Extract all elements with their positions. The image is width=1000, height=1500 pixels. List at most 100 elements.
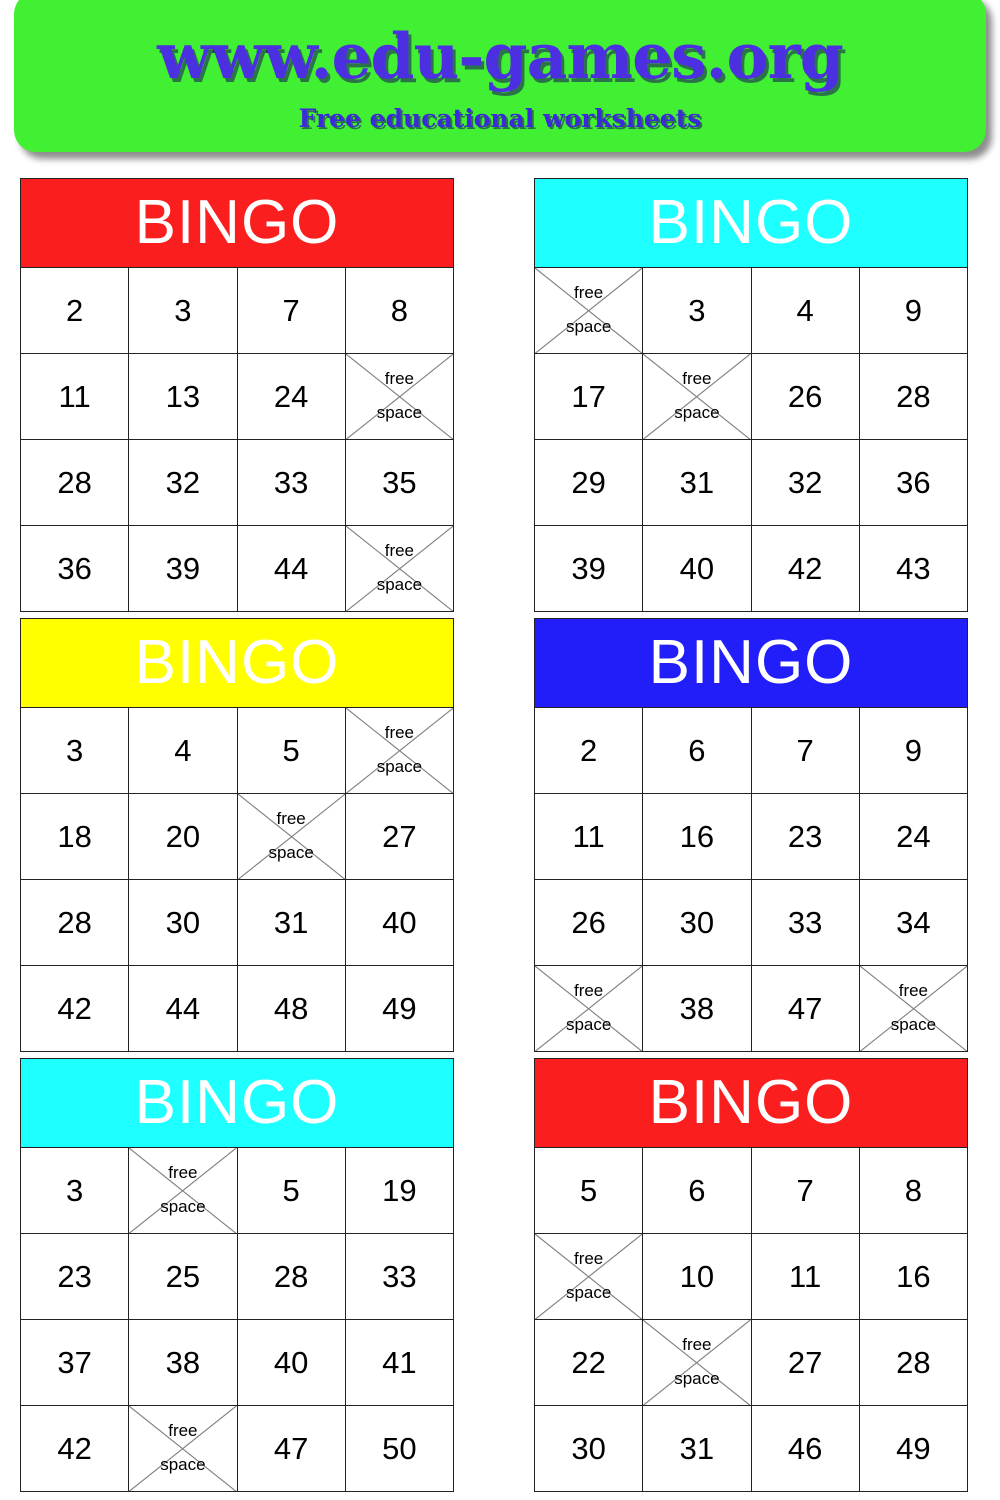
bingo-number-cell[interactable]: 3 (21, 1146, 130, 1234)
bingo-number-cell[interactable]: 47 (237, 1404, 346, 1492)
bingo-number-cell[interactable]: 3 (643, 266, 752, 354)
bingo-number-cell[interactable]: 9 (859, 706, 968, 794)
bingo-number-cell[interactable]: 48 (237, 964, 346, 1052)
bingo-cell-number: 31 (679, 464, 715, 500)
bingo-cell-number: 28 (896, 378, 931, 414)
bingo-number-cell[interactable]: 43 (859, 524, 968, 612)
bingo-number-cell[interactable]: 41 (345, 1318, 454, 1406)
bingo-number-cell[interactable]: 28 (21, 438, 130, 526)
bingo-free-space-cell[interactable]: free space (129, 1404, 238, 1492)
bingo-number-cell[interactable]: 33 (345, 1232, 454, 1320)
bingo-number-cell[interactable]: 42 (21, 1404, 130, 1492)
bingo-number-cell[interactable]: 2 (21, 266, 130, 354)
bingo-number-cell[interactable]: 24 (859, 792, 968, 880)
bingo-number-cell[interactable]: 23 (21, 1232, 130, 1320)
bingo-free-space-cell[interactable]: free space (535, 964, 644, 1052)
bingo-number-cell[interactable]: 46 (751, 1404, 860, 1492)
bingo-number-cell[interactable]: 13 (129, 352, 238, 440)
bingo-number-cell[interactable]: 8 (345, 266, 454, 354)
bingo-number-cell[interactable]: 26 (751, 352, 860, 440)
bingo-free-space-cell[interactable]: free space (129, 1146, 238, 1234)
bingo-number-cell[interactable]: 7 (751, 706, 860, 794)
bingo-number-cell[interactable]: 49 (859, 1404, 968, 1492)
bingo-number-cell[interactable]: 5 (237, 706, 346, 794)
bingo-number-cell[interactable]: 22 (535, 1318, 644, 1406)
bingo-number-cell[interactable]: 27 (345, 792, 454, 880)
bingo-number-cell[interactable]: 11 (535, 792, 644, 880)
bingo-number-cell[interactable]: 5 (237, 1146, 346, 1234)
bingo-number-cell[interactable]: 11 (21, 352, 130, 440)
bingo-free-space-cell[interactable]: free space (237, 792, 346, 880)
bingo-number-cell[interactable]: 49 (345, 964, 454, 1052)
bingo-number-cell[interactable]: 4 (751, 266, 860, 354)
bingo-number-cell[interactable]: 25 (129, 1232, 238, 1320)
bingo-number-cell[interactable]: 33 (237, 438, 346, 526)
bingo-number-cell[interactable]: 38 (129, 1318, 238, 1406)
bingo-number-cell[interactable]: 27 (751, 1318, 860, 1406)
bingo-number-cell[interactable]: 50 (345, 1404, 454, 1492)
bingo-number-cell[interactable]: 23 (751, 792, 860, 880)
bingo-number-cell[interactable]: 28 (21, 878, 130, 966)
bingo-free-space-cell[interactable]: free space (345, 352, 454, 440)
bingo-number-cell[interactable]: 6 (643, 1146, 752, 1234)
bingo-number-cell[interactable]: 3 (21, 706, 130, 794)
bingo-number-cell[interactable]: 4 (129, 706, 238, 794)
bingo-cell-number: 23 (57, 1258, 92, 1294)
bingo-free-space-cell[interactable]: free space (859, 964, 968, 1052)
bingo-number-cell[interactable]: 28 (859, 352, 968, 440)
bingo-number-cell[interactable]: 38 (643, 964, 752, 1052)
bingo-number-cell[interactable]: 11 (751, 1232, 860, 1320)
bingo-number-cell[interactable]: 29 (535, 438, 644, 526)
bingo-number-cell[interactable]: 31 (237, 878, 346, 966)
bingo-free-space-cell[interactable]: free space (535, 266, 644, 354)
bingo-number-cell[interactable]: 17 (535, 352, 644, 440)
bingo-number-cell[interactable]: 39 (535, 524, 644, 612)
bingo-number-cell[interactable]: 47 (751, 964, 860, 1052)
bingo-number-cell[interactable]: 28 (237, 1232, 346, 1320)
bingo-number-cell[interactable]: 36 (21, 524, 130, 612)
bingo-number-cell[interactable]: 9 (859, 266, 968, 354)
bingo-number-cell[interactable]: 7 (237, 266, 346, 354)
bingo-number-cell[interactable]: 5 (535, 1146, 644, 1234)
bingo-number-cell[interactable]: 8 (859, 1146, 968, 1234)
bingo-number-cell[interactable]: 18 (21, 792, 130, 880)
bingo-number-cell[interactable]: 19 (345, 1146, 454, 1234)
bingo-number-cell[interactable]: 16 (643, 792, 752, 880)
bingo-number-cell[interactable]: 31 (643, 438, 752, 526)
bingo-free-space-cell[interactable]: free space (345, 706, 454, 794)
bingo-number-cell[interactable]: 40 (345, 878, 454, 966)
bingo-number-cell[interactable]: 37 (21, 1318, 130, 1406)
bingo-number-cell[interactable]: 31 (643, 1404, 752, 1492)
bingo-number-cell[interactable]: 42 (751, 524, 860, 612)
bingo-number-cell[interactable]: 2 (535, 706, 644, 794)
bingo-number-cell[interactable]: 3 (129, 266, 238, 354)
bingo-free-space-cell[interactable]: free space (643, 352, 752, 440)
bingo-free-space-cell[interactable]: free space (643, 1318, 752, 1406)
bingo-number-cell[interactable]: 30 (129, 878, 238, 966)
bingo-number-cell[interactable]: 20 (129, 792, 238, 880)
bingo-number-cell[interactable]: 28 (859, 1318, 968, 1406)
bingo-number-cell[interactable]: 10 (643, 1232, 752, 1320)
bingo-free-space-cell[interactable]: free space (535, 1232, 644, 1320)
bingo-number-cell[interactable]: 6 (643, 706, 752, 794)
bingo-number-cell[interactable]: 39 (129, 524, 238, 612)
bingo-number-cell[interactable]: 32 (129, 438, 238, 526)
bingo-number-cell[interactable]: 7 (751, 1146, 860, 1234)
bingo-number-cell[interactable]: 26 (535, 878, 644, 966)
bingo-number-cell[interactable]: 40 (237, 1318, 346, 1406)
bingo-number-cell[interactable]: 30 (535, 1404, 644, 1492)
bingo-number-cell[interactable]: 36 (859, 438, 968, 526)
bingo-number-cell[interactable]: 35 (345, 438, 454, 526)
bingo-number-cell[interactable]: 40 (643, 524, 752, 612)
bingo-number-cell[interactable]: 42 (21, 964, 130, 1052)
bingo-number-cell[interactable]: 16 (859, 1232, 968, 1320)
bingo-number-cell[interactable]: 34 (859, 878, 968, 966)
bingo-number-cell[interactable]: 44 (129, 964, 238, 1052)
bingo-number-cell[interactable]: 32 (751, 438, 860, 526)
bingo-free-space-cell[interactable]: free space (345, 524, 454, 612)
bingo-cell-number: 33 (787, 904, 823, 940)
bingo-number-cell[interactable]: 33 (751, 878, 860, 966)
bingo-number-cell[interactable]: 44 (237, 524, 346, 612)
bingo-number-cell[interactable]: 24 (237, 352, 346, 440)
bingo-number-cell[interactable]: 30 (643, 878, 752, 966)
